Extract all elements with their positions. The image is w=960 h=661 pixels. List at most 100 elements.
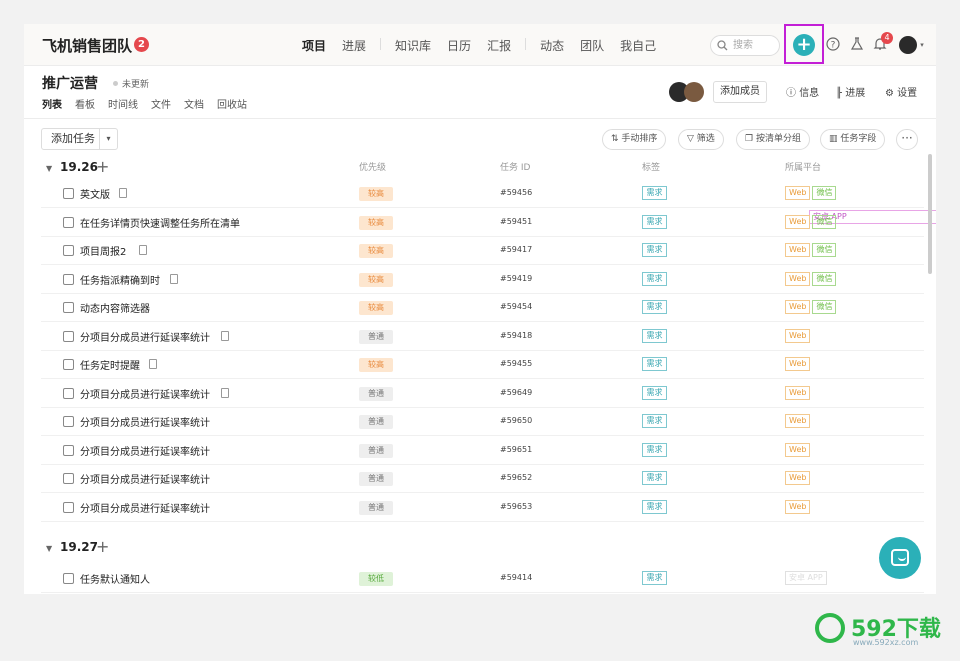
task-title[interactable]: 分项目分成员进行延误率统计 <box>80 386 210 401</box>
table-row[interactable]: 在任务详情页快速调整任务所在清单 较高 #59451 需求 Web 微信 <box>41 209 924 237</box>
table-row[interactable]: 任务默认通知人 较低 #59414 需求 安卓 APP <box>41 565 924 593</box>
column-priority[interactable]: 优先级 <box>359 160 386 173</box>
task-title[interactable]: 在任务详情页快速调整任务所在清单 <box>80 215 240 230</box>
lab-icon[interactable] <box>849 37 865 53</box>
fields-button[interactable]: ▥ 任务字段 <box>820 129 886 150</box>
table-row[interactable]: 任务指派精确到时 较高 #59419 需求 Web 微信 <box>41 266 924 294</box>
member-avatar[interactable] <box>684 82 704 102</box>
priority-badge[interactable]: 较高 <box>359 272 393 287</box>
tab-timeline[interactable]: 时间线 <box>108 96 138 111</box>
platform-badge[interactable]: 微信 <box>812 214 837 229</box>
table-row[interactable]: 分项目分成员进行延误率统计 普通 #59651 需求 Web <box>41 437 924 465</box>
table-row[interactable]: 分项目分成员进行延误率统计 普通 #59653 需求 Web <box>41 494 924 522</box>
more-button[interactable]: ··· <box>896 129 918 150</box>
task-checkbox[interactable] <box>63 216 74 228</box>
platform-badge[interactable]: Web <box>785 471 811 485</box>
priority-badge[interactable]: 普通 <box>359 415 393 429</box>
column-tags[interactable]: 标签 <box>642 160 660 173</box>
task-checkbox[interactable] <box>63 387 74 399</box>
progress-button[interactable]: ╟ 进展 <box>836 84 865 99</box>
chevron-down-icon[interactable]: ▾ <box>99 129 117 149</box>
nav-report[interactable]: 汇报 <box>479 37 519 54</box>
group-button[interactable]: ❐ 按清单分组 <box>736 129 810 150</box>
priority-badge[interactable]: 较高 <box>359 215 393 230</box>
chevron-down-icon[interactable]: ▾ <box>914 37 930 53</box>
collapse-icon[interactable]: ▼ <box>46 544 52 553</box>
task-title[interactable]: 任务默认通知人 <box>80 571 150 586</box>
task-checkbox[interactable] <box>63 330 74 342</box>
add-button[interactable]: + <box>793 34 815 56</box>
tag-badge[interactable]: 需求 <box>642 471 667 485</box>
task-title[interactable]: 分项目分成员进行延误率统计 <box>80 500 210 515</box>
task-title[interactable]: 分项目分成员进行延误率统计 <box>80 329 210 344</box>
filter-button[interactable]: ▽ 筛选 <box>678 129 724 150</box>
tag-badge[interactable]: 需求 <box>642 499 667 514</box>
task-checkbox[interactable] <box>63 245 74 256</box>
tab-trash[interactable]: 回收站 <box>217 96 247 111</box>
task-checkbox[interactable] <box>63 188 74 199</box>
nav-activity[interactable]: 动态 <box>532 37 572 54</box>
nav-team[interactable]: 团队 <box>572 37 612 54</box>
platform-badge[interactable]: 微信 <box>812 243 837 257</box>
task-checkbox[interactable] <box>63 473 74 484</box>
table-row[interactable]: 分项目分成员进行延误率统计 普通 #59652 需求 Web <box>41 465 924 493</box>
column-platform[interactable]: 所属平台 <box>785 160 821 173</box>
task-title[interactable]: 任务定时提醒 <box>80 357 140 372</box>
tag-badge[interactable]: 需求 <box>642 414 667 428</box>
task-checkbox[interactable] <box>63 573 74 584</box>
platform-badge[interactable]: Web <box>785 328 811 343</box>
nav-projects[interactable]: 项目 <box>294 37 334 54</box>
task-title[interactable]: 动态内容筛选器 <box>80 300 150 315</box>
platform-badge[interactable]: 微信 <box>812 300 837 314</box>
priority-badge[interactable]: 普通 <box>359 443 393 458</box>
collapse-icon[interactable]: ▼ <box>46 164 52 173</box>
tab-files[interactable]: 文件 <box>151 96 171 111</box>
priority-badge[interactable]: 较高 <box>359 301 393 315</box>
add-member-button[interactable]: 添加成员 <box>713 81 767 103</box>
platform-badge[interactable]: Web <box>785 186 811 200</box>
task-checkbox[interactable] <box>63 302 74 313</box>
team-name[interactable]: 飞机销售团队 <box>42 35 132 56</box>
task-checkbox[interactable] <box>63 359 74 370</box>
priority-badge[interactable]: 普通 <box>359 500 393 515</box>
task-title[interactable]: 分项目分成员进行延误率统计 <box>80 414 210 429</box>
tag-badge[interactable]: 需求 <box>642 357 667 371</box>
task-title[interactable]: 分项目分成员进行延误率统计 <box>80 443 210 458</box>
table-row[interactable]: 英文版 较高 #59456 需求 Web 微信 安卓 APP <box>41 180 936 224</box>
settings-button[interactable]: ⚙ 设置 <box>885 84 917 99</box>
chat-button[interactable] <box>879 537 921 579</box>
platform-badge[interactable]: Web <box>785 414 811 428</box>
platform-badge[interactable]: 安卓 APP <box>785 571 827 585</box>
table-row[interactable]: 动态内容筛选器 较高 #59454 需求 Web 微信 <box>41 294 924 322</box>
platform-badge[interactable]: Web <box>785 243 811 257</box>
platform-badge[interactable]: Web <box>785 357 811 371</box>
nav-progress[interactable]: 进展 <box>334 37 374 54</box>
project-status[interactable]: 未更新 <box>122 77 149 90</box>
help-icon[interactable]: ? <box>825 37 841 53</box>
tag-badge[interactable]: 需求 <box>642 442 667 457</box>
scrollbar[interactable] <box>928 154 932 274</box>
nav-myself[interactable]: 我自己 <box>612 37 664 54</box>
priority-badge[interactable]: 普通 <box>359 386 393 401</box>
priority-badge[interactable]: 普通 <box>359 329 393 344</box>
sort-button[interactable]: ⇅ 手动排序 <box>602 129 667 150</box>
task-title[interactable]: 项目周报2 <box>80 243 126 258</box>
tab-board[interactable]: 看板 <box>75 96 95 111</box>
nav-knowledge[interactable]: 知识库 <box>387 37 439 54</box>
tab-list[interactable]: 列表 <box>42 96 62 111</box>
task-title[interactable]: 英文版 <box>80 186 110 201</box>
column-task-id[interactable]: 任务 ID <box>500 160 530 173</box>
task-checkbox[interactable] <box>63 273 74 285</box>
priority-badge[interactable]: 较高 <box>359 187 393 201</box>
table-row[interactable]: 分项目分成员进行延误率统计 普通 #59418 需求 Web <box>41 323 924 351</box>
tag-badge[interactable]: 需求 <box>642 300 667 314</box>
platform-badge[interactable]: Web <box>785 271 811 286</box>
tag-badge[interactable]: 需求 <box>642 186 667 200</box>
platform-badge[interactable]: Web <box>785 442 811 457</box>
tag-badge[interactable]: 需求 <box>642 385 667 400</box>
search-input[interactable]: 搜索 <box>710 35 780 56</box>
table-row[interactable]: 分项目分成员进行延误率统计 普通 #59650 需求 Web <box>41 408 924 436</box>
table-row[interactable]: 任务定时提醒 较高 #59455 需求 Web <box>41 351 924 379</box>
platform-badge[interactable]: Web <box>785 300 811 314</box>
task-title[interactable]: 分项目分成员进行延误率统计 <box>80 471 210 486</box>
